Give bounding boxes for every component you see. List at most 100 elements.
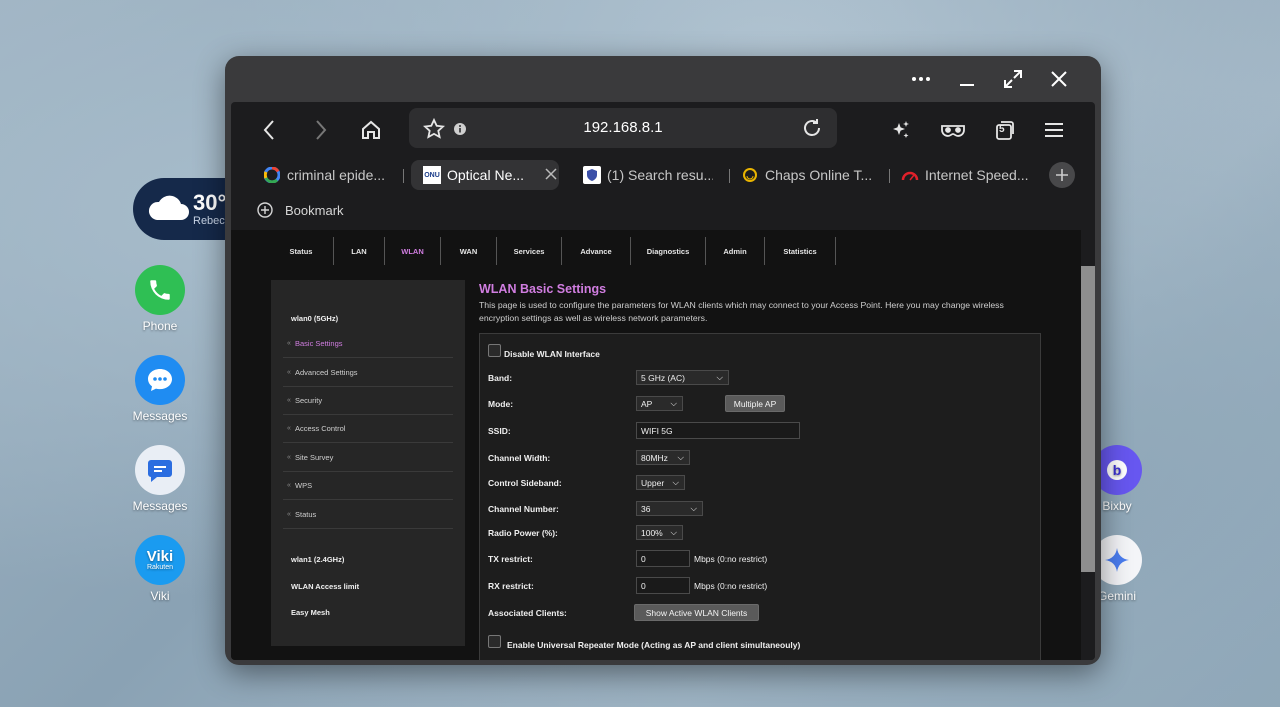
add-bookmark-icon <box>257 202 273 218</box>
message-icon <box>135 445 185 495</box>
channel-number-label: Channel Number: <box>488 504 559 514</box>
tab-separator <box>729 169 730 183</box>
back-icon[interactable] <box>255 116 283 144</box>
app-messages-google[interactable]: Messages <box>130 445 190 513</box>
menu-status[interactable]: Status <box>269 237 334 265</box>
tab-strip: criminal epide... ONU Optical Ne... (1) … <box>231 156 1095 192</box>
band-label: Band: <box>488 373 513 383</box>
tab-chaps-online[interactable]: Chaps Online T... <box>741 160 881 190</box>
sidebar-item-status[interactable]: «Status <box>283 500 453 529</box>
show-active-clients-button[interactable]: Show Active WLAN Clients <box>634 604 759 621</box>
tab-title: criminal epide... <box>287 167 386 183</box>
minimize-icon[interactable] <box>955 67 979 91</box>
chevron-down-icon: ⌵ <box>670 398 677 408</box>
menu-icon[interactable] <box>1041 116 1069 144</box>
chat-bubble-icon <box>135 355 185 405</box>
page-scrollbar[interactable] <box>1081 230 1095 660</box>
maximize-icon[interactable] <box>1001 67 1025 91</box>
browser-window: 192.168.8.1 5 criminal epide... ONU Opti… <box>225 56 1101 665</box>
reload-icon[interactable] <box>801 117 823 144</box>
close-tab-icon[interactable] <box>545 167 557 183</box>
window-controls <box>909 56 1101 102</box>
menu-advance[interactable]: Advance <box>562 237 631 265</box>
sidebar-item-security[interactable]: «Security <box>283 386 453 415</box>
menu-wan[interactable]: WAN <box>441 237 497 265</box>
sidebar-group-wlan0[interactable]: wlan0 (5GHz) <box>291 314 338 323</box>
tab-search-results[interactable]: (1) Search resu... <box>583 160 713 190</box>
rx-restrict-input[interactable]: 0 <box>636 577 690 594</box>
router-menu: Status LAN WLAN WAN Services Advance Dia… <box>269 237 841 265</box>
svg-text:b: b <box>1113 462 1122 478</box>
tx-restrict-label: TX restrict: <box>488 554 533 564</box>
app-label: Viki <box>150 589 170 603</box>
rx-restrict-label: RX restrict: <box>488 581 534 591</box>
sidebar-item-site-survey[interactable]: «Site Survey <box>283 443 453 472</box>
privacy-mask-icon[interactable] <box>939 116 967 144</box>
more-options-icon[interactable] <box>909 67 933 91</box>
associated-clients-label: Associated Clients: <box>488 608 567 618</box>
menu-statistics[interactable]: Statistics <box>765 237 836 265</box>
app-messages-blue[interactable]: Messages <box>130 355 190 423</box>
control-sideband-select[interactable]: Upper ⌵ <box>636 475 685 490</box>
phone-icon <box>135 265 185 315</box>
plus-icon <box>1056 169 1068 181</box>
channel-width-label: Channel Width: <box>488 453 551 463</box>
ai-sparkle-icon[interactable] <box>887 116 915 144</box>
cloud-icon <box>148 195 189 220</box>
tx-restrict-input[interactable]: 0 <box>636 550 690 567</box>
sidebar-item-basic-settings[interactable]: «Basic Settings <box>283 329 453 358</box>
close-window-icon[interactable] <box>1047 67 1071 91</box>
menu-admin[interactable]: Admin <box>706 237 765 265</box>
wlan-form-panel: Disable WLAN Interface Band: 5 GHz (AC) ⌵… <box>479 333 1041 660</box>
app-phone[interactable]: Phone <box>130 265 190 333</box>
chevron-down-icon: ⌵ <box>670 527 677 537</box>
menu-lan[interactable]: LAN <box>334 237 385 265</box>
tab-optical-network[interactable]: ONU Optical Ne... <box>411 160 559 190</box>
menu-services[interactable]: Services <box>497 237 562 265</box>
tab-count: 5 <box>999 124 1005 135</box>
chevron-down-icon: ⌵ <box>690 503 697 513</box>
channel-number-select[interactable]: 36 ⌵ <box>636 501 703 516</box>
weather-city: Rebec <box>193 215 225 227</box>
new-tab-button[interactable] <box>1049 162 1075 188</box>
app-label: Phone <box>142 319 178 333</box>
forward-icon[interactable] <box>307 116 335 144</box>
tab-internet-speed[interactable]: Internet Speed... <box>901 160 1041 190</box>
sidebar-group-access-limit[interactable]: WLAN Access limit <box>291 582 359 591</box>
sidebar-item-advanced-settings[interactable]: «Advanced Settings <box>283 358 453 387</box>
channel-width-select[interactable]: 80MHz ⌵ <box>636 450 690 465</box>
tab-separator <box>889 169 890 183</box>
universal-repeater-checkbox[interactable] <box>488 635 501 648</box>
sidebar-item-access-control[interactable]: «Access Control <box>283 414 453 443</box>
sidebar-group-easy-mesh[interactable]: Easy Mesh <box>291 608 330 617</box>
viki-logo-subtext: Rakuten <box>146 563 174 571</box>
viki-logo-icon: Viki Rakuten <box>135 535 185 585</box>
control-sideband-label: Control Sideband: <box>488 478 562 488</box>
tab-switcher-icon[interactable]: 5 <box>991 116 1019 144</box>
address-bar[interactable]: 192.168.8.1 <box>409 108 837 148</box>
ssid-label: SSID: <box>488 426 511 436</box>
sidebar-item-wps[interactable]: «WPS <box>283 471 453 500</box>
speedometer-icon <box>901 166 919 184</box>
ssid-input[interactable]: WIFI 5G <box>636 422 800 439</box>
menu-wlan[interactable]: WLAN <box>385 237 441 265</box>
url-text: 192.168.8.1 <box>583 119 663 136</box>
bookmark-bar-item[interactable]: Bookmark <box>257 198 344 222</box>
page-title: WLAN Basic Settings <box>479 282 607 296</box>
app-viki[interactable]: Viki Rakuten Viki <box>130 535 190 603</box>
tab-title: Chaps Online T... <box>765 167 873 183</box>
menu-diagnostics[interactable]: Diagnostics <box>631 237 706 265</box>
home-icon[interactable] <box>357 116 385 144</box>
radio-power-select[interactable]: 100% ⌵ <box>636 525 683 540</box>
disable-wlan-checkbox[interactable] <box>488 344 501 357</box>
band-select[interactable]: 5 GHz (AC) ⌵ <box>636 370 729 385</box>
app-label: Messages <box>132 499 188 513</box>
disable-wlan-label: Disable WLAN Interface <box>504 349 600 359</box>
tab-google[interactable]: criminal epide... <box>263 160 393 190</box>
multiple-ap-button[interactable]: Multiple AP <box>725 395 785 412</box>
mode-select[interactable]: AP ⌵ <box>636 396 683 411</box>
sidebar-group-wlan1[interactable]: wlan1 (2.4GHz) <box>291 555 344 564</box>
smiley-icon <box>741 166 759 184</box>
tx-restrict-note: Mbps (0:no restrict) <box>694 554 768 564</box>
scrollbar-thumb[interactable] <box>1081 266 1095 572</box>
